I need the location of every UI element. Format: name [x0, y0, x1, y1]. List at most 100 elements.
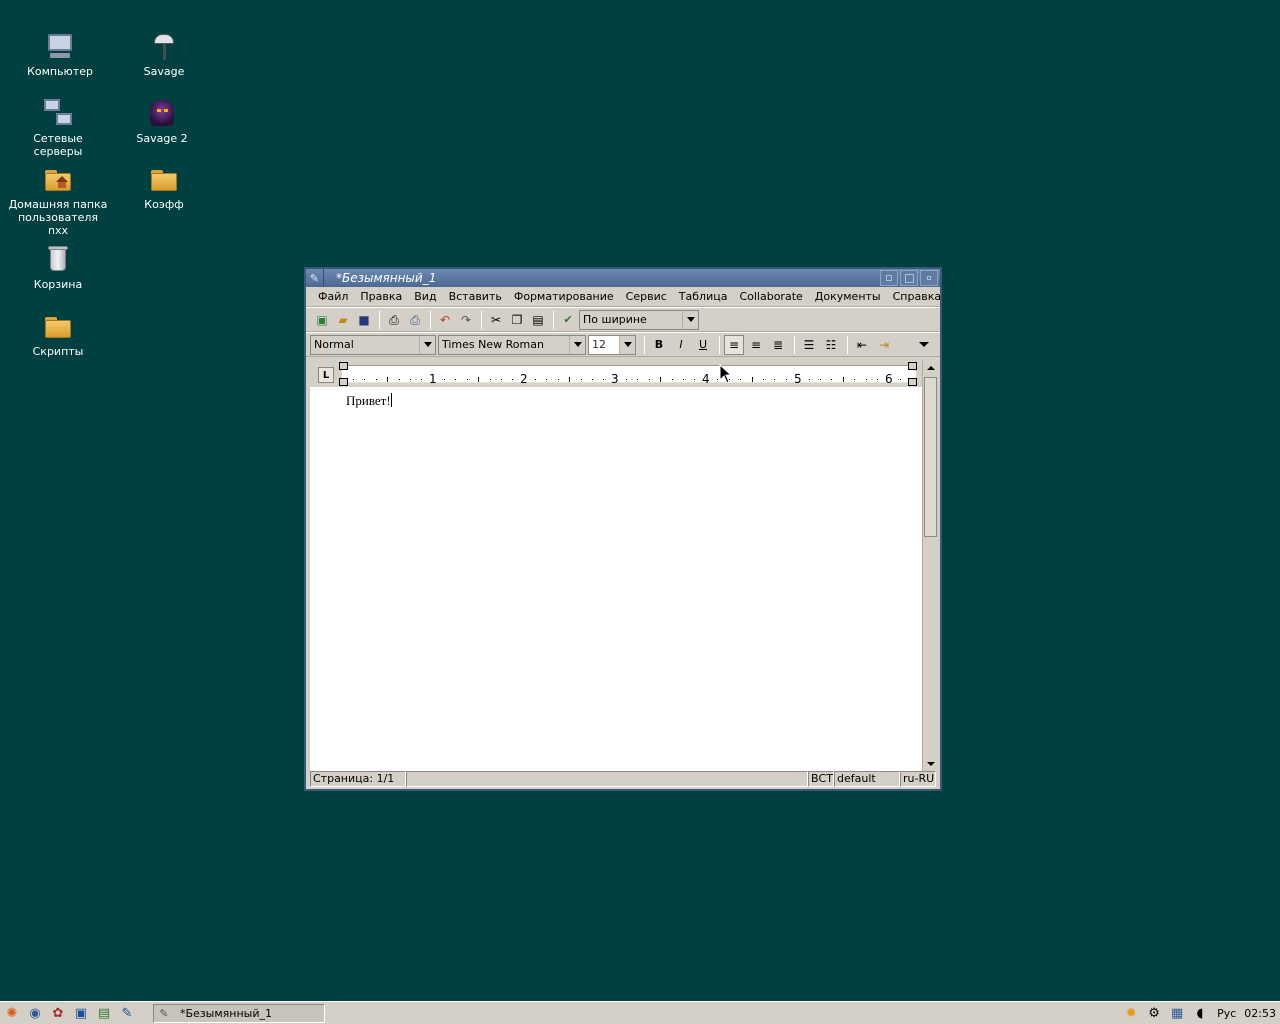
spellcheck-button[interactable]: ✔ — [558, 310, 578, 330]
desktop-icon-scripts[interactable]: Скрипты — [8, 310, 108, 358]
tab-type-selector[interactable]: L — [318, 367, 334, 383]
cut-button[interactable]: ✂ — [486, 310, 506, 330]
document-text[interactable]: Привет! — [346, 393, 392, 409]
desktop-icon-home-folder[interactable]: Домашняя папка пользователя nxx — [8, 163, 108, 237]
desktop-icon-savage2[interactable]: Savage 2 — [112, 97, 212, 145]
desktop-icon-savage[interactable]: Savage — [114, 30, 214, 78]
start-menu-icon[interactable]: ✺ — [2, 1003, 22, 1023]
document-page[interactable]: Привет! — [310, 387, 922, 771]
scroll-down-button[interactable] — [923, 757, 938, 771]
indent-button[interactable]: ⇥ — [874, 335, 894, 355]
new-document-button[interactable]: ▣ — [312, 310, 332, 330]
text-editor-launcher-icon[interactable]: ✎ — [117, 1003, 137, 1023]
clock[interactable]: 02:53 — [1240, 1007, 1280, 1020]
italic-button[interactable]: I — [671, 335, 691, 355]
menu-insert[interactable]: Вставить — [443, 290, 508, 303]
toolbar-overflow-button[interactable] — [914, 335, 934, 355]
menu-edit[interactable]: Правка — [354, 290, 408, 303]
menu-documents[interactable]: Документы — [809, 290, 887, 303]
chevron-down-icon[interactable] — [682, 310, 698, 329]
chevron-down-icon[interactable] — [419, 335, 435, 354]
arrow-up-icon — [926, 366, 935, 370]
open-button[interactable]: ▰ — [333, 310, 353, 330]
font-size-value[interactable]: 12 — [589, 335, 619, 354]
ruler-dot — [774, 379, 775, 380]
bullet-list-button[interactable]: ☰ — [799, 335, 819, 355]
keyboard-layout-indicator[interactable]: Рус — [1213, 1007, 1240, 1020]
desktop-icon-network-servers[interactable]: Сетевые серверы — [8, 97, 108, 158]
close-button[interactable] — [920, 270, 938, 286]
menu-help[interactable]: Справка — [887, 290, 947, 303]
copy-button[interactable]: ❐ — [507, 310, 527, 330]
right-indent-marker[interactable] — [908, 362, 917, 370]
taskbar-task-abiword[interactable]: ✎ *Безымянный_1 — [153, 1004, 325, 1023]
network-icon[interactable]: ⚙ — [1144, 1003, 1164, 1023]
display-icon[interactable]: ▦ — [1167, 1003, 1187, 1023]
style-select[interactable]: Normal — [310, 334, 436, 355]
save-icon: ■ — [358, 312, 370, 327]
save-button[interactable]: ■ — [354, 310, 374, 330]
bold-button[interactable]: B — [649, 335, 669, 355]
desktop-icon-label: Сетевые серверы — [33, 132, 83, 158]
ruler-dot — [649, 379, 650, 380]
paragraph-align-select[interactable]: По ширине — [579, 309, 699, 330]
right-indent-marker-lower[interactable] — [908, 378, 917, 386]
align-justify-button[interactable]: ≣ — [768, 335, 788, 355]
menu-format[interactable]: Форматирование — [508, 290, 620, 303]
ruler-dot — [717, 379, 718, 380]
vertical-scrollbar[interactable] — [922, 361, 938, 771]
ruler-dot — [376, 379, 377, 380]
desktop-icon-trash[interactable]: Корзина — [8, 243, 108, 291]
menu-table[interactable]: Таблица — [673, 290, 734, 303]
print-preview-button[interactable]: ⎙ — [384, 310, 404, 330]
align-left-button[interactable]: ≡ — [724, 334, 744, 355]
terminal-launcher-icon[interactable]: ▣ — [71, 1003, 91, 1023]
menu-file[interactable]: Файл — [312, 290, 354, 303]
taskbar-task-label: *Безымянный_1 — [180, 1007, 272, 1020]
chevron-down-icon[interactable] — [569, 335, 585, 354]
chevron-down-icon — [919, 342, 929, 347]
window-titlebar[interactable]: ✎ *Безымянный_1 — [306, 269, 940, 287]
chevron-down-icon[interactable] — [619, 335, 635, 354]
ruler-tick — [843, 377, 844, 382]
bold-label: B — [654, 338, 664, 351]
horizontal-ruler[interactable]: L 1 2 3 4 5 6 — [310, 361, 922, 387]
volume-icon[interactable]: ◖ — [1190, 1003, 1210, 1023]
menu-collaborate[interactable]: Collaborate — [733, 290, 808, 303]
menu-view[interactable]: Вид — [408, 290, 442, 303]
left-indent-marker[interactable] — [339, 362, 348, 370]
redo-button[interactable]: ↷ — [456, 310, 476, 330]
undo-button[interactable]: ↶ — [435, 310, 455, 330]
ruler-dot — [512, 379, 513, 380]
window-title: *Безымянный_1 — [336, 271, 437, 285]
desktop-icon-label: Коэфф — [144, 198, 184, 211]
desktop-icon-computer[interactable]: Компьютер — [10, 30, 110, 78]
system-monitor-icon[interactable]: ▤ — [94, 1003, 114, 1023]
scrollbar-thumb[interactable] — [924, 377, 937, 537]
outdent-button[interactable]: ⇤ — [852, 335, 872, 355]
maximize-button[interactable] — [900, 270, 918, 286]
print-button[interactable]: ⎙ — [405, 310, 425, 330]
game-launcher-icon[interactable]: ✿ — [48, 1003, 68, 1023]
underline-button[interactable]: U — [693, 335, 713, 355]
numbered-list-button[interactable]: ☷ — [821, 335, 841, 355]
browser-launcher-icon[interactable]: ◉ — [25, 1003, 45, 1023]
ruler-strip: 1 2 3 4 5 6 — [339, 362, 917, 386]
minimize-button[interactable] — [880, 270, 898, 286]
menu-tools[interactable]: Сервис — [620, 290, 673, 303]
font-select[interactable]: Times New Roman — [438, 334, 586, 355]
italic-label: I — [679, 338, 683, 351]
desktop-icon-koeff[interactable]: Коэфф — [114, 163, 214, 211]
first-line-indent-marker[interactable] — [339, 378, 348, 386]
font-size-select[interactable]: 12 — [588, 334, 636, 355]
ruler-dot — [740, 379, 741, 380]
desktop-icon-label: Savage 2 — [136, 132, 188, 145]
paste-button[interactable]: ▤ — [528, 310, 548, 330]
ruler-dot — [501, 379, 502, 380]
ruler-tick — [660, 377, 661, 382]
update-notifier-icon[interactable]: ✹ — [1121, 1003, 1141, 1023]
scroll-up-button[interactable] — [923, 361, 938, 375]
ruler-dot — [694, 379, 695, 380]
app-menu-icon[interactable]: ✎ — [306, 269, 324, 287]
align-center-button[interactable]: ≡ — [746, 335, 766, 355]
